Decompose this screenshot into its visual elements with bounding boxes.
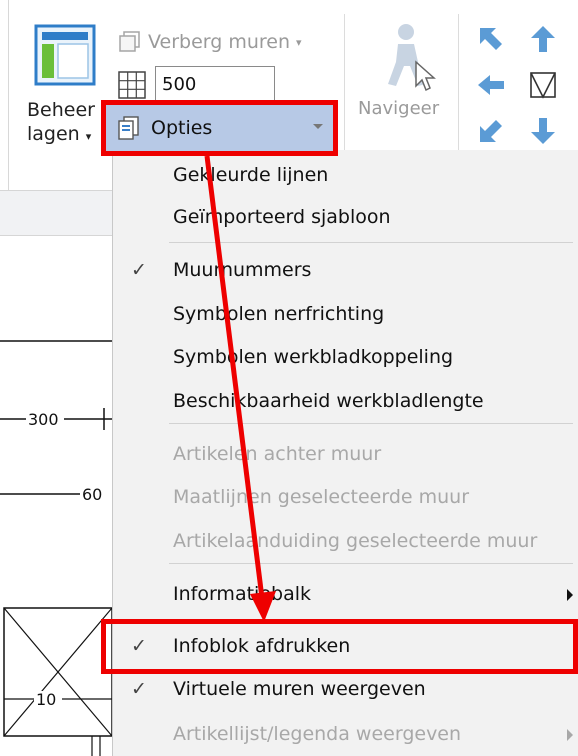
arrow-down-left-icon[interactable] — [476, 116, 506, 146]
copy-walls-icon — [119, 31, 140, 52]
menu-item-label: Virtuele muren weergeven — [173, 678, 426, 700]
menu-item: Maatlijnen geselecteerde muur — [113, 478, 578, 518]
checkmark-icon: ✓ — [131, 678, 147, 700]
menu-item[interactable]: Symbolen nerfrichting — [113, 295, 578, 335]
arrow-up-icon[interactable] — [528, 24, 558, 54]
manage-layers-label-1: Beheer — [27, 99, 95, 121]
arrow-down-icon[interactable] — [528, 116, 558, 146]
menu-item[interactable]: ✓ Virtuele muren weergeven — [113, 670, 578, 710]
menu-item[interactable]: Beschikbaarheid werkbladlengte — [113, 382, 578, 422]
menu-separator — [169, 563, 573, 564]
grid-icon — [118, 71, 146, 99]
arrow-left-icon[interactable] — [476, 70, 506, 100]
menu-item-label: Geïmporteerd sjabloon — [173, 206, 391, 228]
menu-item-label: Informatiebalk — [173, 583, 311, 605]
menu-item[interactable]: Geïmporteerd sjabloon — [113, 198, 578, 238]
menu-item[interactable]: Symbolen werkbladkoppeling — [113, 338, 578, 378]
menu-item-label: Muurnummers — [173, 259, 312, 281]
menu-separator — [169, 242, 573, 243]
menu-item[interactable]: ✓ Muurnummers — [113, 251, 578, 291]
menu-separator — [169, 423, 573, 424]
dimension-label-60: 60 — [82, 485, 102, 504]
menu-item-label: Gekleurde lijnen — [173, 164, 329, 186]
fit-view-icon[interactable] — [528, 70, 558, 100]
menu-item-label: Beschikbaarheid werkbladlengte — [173, 390, 484, 412]
menu-item: Artikelen achter muur — [113, 435, 578, 475]
menu-item: Artikelaanduiding geselecteerde muur — [113, 522, 578, 562]
menu-item-label: Symbolen werkbladkoppeling — [173, 346, 454, 368]
manage-layers-button[interactable]: Beheer lagen ▾ — [27, 98, 95, 149]
annotation-box-options — [101, 100, 338, 156]
walking-person-icon — [388, 24, 436, 92]
manage-layers-label-2: lagen ▾ — [27, 123, 92, 145]
submenu-arrow-icon — [567, 729, 573, 741]
menu-item-label: Artikelen achter muur — [173, 443, 382, 465]
grid-size-input[interactable] — [155, 66, 275, 102]
manage-layers-icon[interactable] — [34, 24, 96, 86]
menu-item: Artikellijst/legenda weergeven — [113, 715, 578, 755]
menu-item-label: Artikelaanduiding geselecteerde muur — [173, 530, 538, 552]
checkmark-icon: ✓ — [131, 259, 147, 281]
menu-item[interactable]: Gekleurde lijnen — [113, 156, 578, 196]
drawing-canvas[interactable]: 300 300 60 10 — [0, 236, 112, 756]
annotation-box-print-infoblock — [101, 619, 578, 674]
menu-item[interactable]: Informatiebalk — [113, 575, 578, 615]
submenu-arrow-icon — [567, 589, 573, 601]
dimension-label-10: 10 — [36, 690, 56, 709]
arrow-up-left-icon[interactable] — [476, 24, 506, 54]
ribbon-footer-strip — [0, 190, 112, 236]
hide-walls-button[interactable]: Verberg muren ▾ — [118, 30, 302, 54]
menu-item-label: Maatlijnen geselecteerde muur — [173, 486, 470, 508]
menu-item-label: Symbolen nerfrichting — [173, 303, 385, 325]
navigate-label: Navigeer — [358, 98, 440, 119]
chevron-down-icon: ▾ — [296, 35, 302, 49]
ribbon-left-divider — [8, 0, 9, 190]
dimension-label-300-text: 300 — [28, 410, 59, 429]
menu-item-label: Artikellijst/legenda weergeven — [173, 723, 462, 745]
hide-walls-label: Verberg muren — [148, 31, 291, 53]
